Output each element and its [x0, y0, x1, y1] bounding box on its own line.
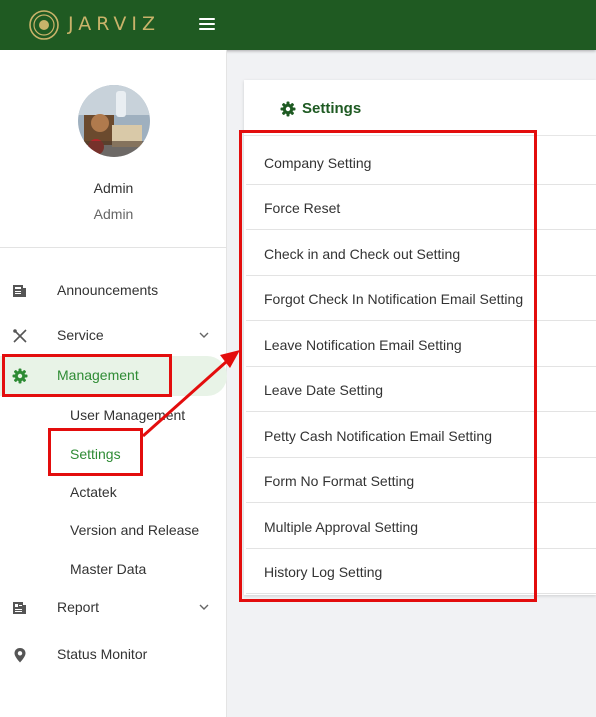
panel-header: Settings	[244, 80, 596, 136]
setting-item-label: Company Setting	[264, 155, 372, 171]
setting-item-petty-cash-email[interactable]: Petty Cash Notification Email Setting	[246, 413, 596, 458]
user-name: Admin	[93, 180, 134, 196]
setting-item-label: Forgot Check In Notification Email Setti…	[264, 291, 524, 307]
setting-item-history-log[interactable]: History Log Setting	[246, 549, 596, 594]
sidebar-item-service[interactable]: Service	[0, 316, 227, 356]
brand-name: JARVIZ	[68, 13, 161, 35]
avatar[interactable]	[78, 85, 150, 157]
sidebar: Admin Admin Announcements Service Manage…	[0, 50, 227, 717]
settings-panel: Settings Company Setting Force Reset Che…	[244, 80, 596, 595]
user-role: Admin	[93, 206, 134, 222]
submenu-item-label: Version and Release	[70, 522, 200, 538]
sidebar-item-label: Management	[57, 367, 139, 383]
submenu-item-version-and-release[interactable]: Version and Release	[0, 515, 227, 545]
sidebar-item-management[interactable]: Management	[0, 356, 227, 396]
setting-item-force-reset[interactable]: Force Reset	[246, 185, 596, 230]
sidebar-item-label: Status Monitor	[57, 646, 148, 662]
chevron-down-icon	[199, 332, 209, 338]
setting-item-label: Force Reset	[264, 200, 341, 216]
setting-item-label: History Log Setting	[264, 564, 383, 580]
report-icon	[13, 602, 26, 614]
setting-item-label: Leave Date Setting	[264, 382, 384, 398]
setting-item-form-no-format[interactable]: Form No Format Setting	[246, 458, 596, 503]
setting-item-label: Form No Format Setting	[264, 473, 415, 489]
sidebar-item-label: Service	[57, 327, 104, 343]
sidebar-item-announcements[interactable]: Announcements	[0, 271, 227, 311]
setting-item-label: Multiple Approval Setting	[264, 519, 419, 535]
submenu-item-label: Settings	[70, 446, 121, 462]
submenu-item-label: User Management	[70, 407, 186, 423]
setting-item-check-in-out[interactable]: Check in and Check out Setting	[246, 231, 596, 276]
setting-item-forgot-check-in-email[interactable]: Forgot Check In Notification Email Setti…	[246, 276, 596, 321]
logo-icon	[29, 10, 59, 40]
top-bar: JARVIZ	[0, 0, 596, 50]
tools-icon	[13, 329, 27, 343]
submenu-item-actatek[interactable]: Actatek	[0, 477, 227, 507]
map-pin-icon	[14, 648, 26, 663]
submenu-item-settings[interactable]: Settings	[0, 439, 227, 469]
setting-item-label: Leave Notification Email Setting	[264, 337, 462, 353]
setting-item-label: Petty Cash Notification Email Setting	[264, 428, 492, 444]
sidebar-item-status-monitor[interactable]: Status Monitor	[0, 635, 227, 675]
setting-item-leave-date[interactable]: Leave Date Setting	[246, 367, 596, 412]
setting-item-company[interactable]: Company Setting	[246, 140, 596, 185]
submenu-item-master-data[interactable]: Master Data	[0, 554, 227, 584]
submenu-item-label: Master Data	[70, 561, 147, 577]
gear-icon	[280, 101, 296, 117]
submenu-item-user-management[interactable]: User Management	[0, 400, 227, 430]
setting-item-multiple-approval[interactable]: Multiple Approval Setting	[246, 504, 596, 549]
submenu-item-label: Actatek	[70, 484, 117, 500]
sidebar-item-label: Report	[57, 599, 100, 615]
setting-item-label: Check in and Check out Setting	[264, 246, 461, 262]
gear-icon	[12, 368, 28, 384]
sidebar-divider	[0, 247, 227, 248]
setting-item-leave-notification-email[interactable]: Leave Notification Email Setting	[246, 322, 596, 367]
sidebar-item-report[interactable]: Report	[0, 588, 227, 628]
sidebar-item-label: Announcements	[57, 282, 159, 298]
page-title: Settings	[302, 100, 362, 117]
chevron-down-icon	[199, 604, 209, 610]
hamburger-icon[interactable]	[199, 18, 215, 32]
newspaper-icon	[13, 285, 26, 297]
